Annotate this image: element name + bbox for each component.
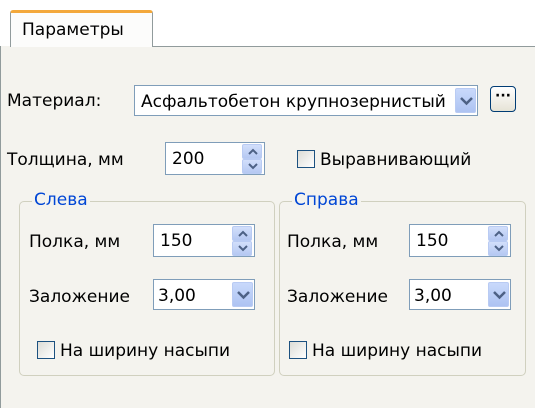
left-shelf-spinner[interactable]: 150: [153, 224, 255, 257]
tab-parameters[interactable]: Параметры: [10, 10, 153, 47]
tab-strip-divider: [153, 46, 535, 47]
right-slope-dropdown-button[interactable]: [488, 282, 509, 307]
left-slope-dropdown-button[interactable]: [232, 282, 253, 307]
chevron-up-icon: [494, 230, 504, 237]
material-dropdown-button[interactable]: [455, 88, 476, 113]
left-slope-label: Заложение: [29, 287, 130, 307]
chevron-down-icon: [494, 245, 504, 252]
chevron-down-icon: [493, 291, 506, 300]
tab-label: Параметры: [22, 20, 124, 40]
right-shelf-value: 150: [416, 231, 449, 251]
right-shelf-increment-button[interactable]: [488, 226, 508, 241]
left-slope-select[interactable]: 3,00: [153, 279, 255, 310]
chevron-down-icon: [238, 245, 248, 252]
leveling-checkbox[interactable]: [297, 150, 315, 168]
chevron-down-icon: [248, 163, 258, 170]
left-shelf-decrement-button[interactable]: [232, 241, 252, 256]
material-value: Асфальтобетон крупнозернистый: [141, 92, 446, 112]
chevron-up-icon: [248, 148, 258, 155]
thickness-increment-button[interactable]: [242, 144, 262, 159]
right-shelf-label: Полка, мм: [287, 232, 379, 252]
thickness-value: 200: [172, 149, 205, 169]
left-group-title: Слева: [32, 190, 90, 210]
material-browse-button[interactable]: ···: [490, 86, 516, 112]
leveling-label[interactable]: Выравнивающий: [320, 150, 471, 170]
thickness-spin-buttons: [242, 143, 262, 174]
right-slope-value: 3,00: [414, 286, 452, 306]
ellipsis-icon: ···: [495, 88, 511, 104]
right-shelf-decrement-button[interactable]: [488, 241, 508, 256]
left-shelf-increment-button[interactable]: [232, 226, 252, 241]
left-shelf-value: 150: [160, 231, 193, 251]
material-label: Материал:: [7, 91, 102, 111]
left-width-checkbox[interactable]: [37, 341, 55, 359]
chevron-down-icon: [460, 97, 473, 106]
chevron-up-icon: [238, 230, 248, 237]
material-select[interactable]: Асфальтобетон крупнозернистый: [134, 85, 478, 116]
right-width-checkbox[interactable]: [289, 341, 307, 359]
right-shelf-spinner[interactable]: 150: [409, 224, 511, 257]
right-width-label[interactable]: На ширину насыпи: [312, 341, 482, 361]
right-group-title: Справа: [292, 190, 361, 210]
left-width-label[interactable]: На ширину насыпи: [60, 341, 230, 361]
chevron-down-icon: [237, 291, 250, 300]
right-slope-select[interactable]: 3,00: [409, 279, 511, 310]
thickness-spinner[interactable]: 200: [165, 142, 265, 175]
left-shelf-label: Полка, мм: [29, 232, 121, 252]
right-shelf-spin-buttons: [488, 225, 508, 256]
left-shelf-spin-buttons: [232, 225, 252, 256]
left-slope-value: 3,00: [158, 286, 196, 306]
thickness-decrement-button[interactable]: [242, 159, 262, 174]
right-slope-label: Заложение: [287, 287, 388, 307]
thickness-label: Толщина, мм: [7, 150, 124, 170]
